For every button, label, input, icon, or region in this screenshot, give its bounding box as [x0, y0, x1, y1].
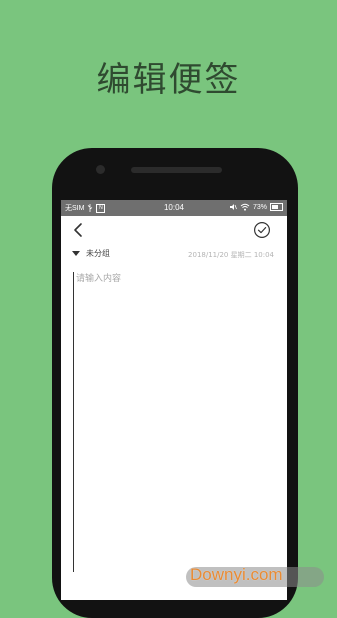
status-bar-right: 73% [229, 203, 283, 211]
note-timestamp: 2018/11/20 星期二 10:04 [188, 251, 274, 259]
status-bar: 无SIM N 10:04 73% [61, 200, 287, 216]
save-button[interactable] [253, 221, 271, 239]
wifi-icon [240, 203, 250, 211]
promo-title: 编辑便签 [96, 60, 241, 100]
phone-screen: 无SIM N 10:04 73% 未分组 2018/11/20 星期二 10:0… [61, 200, 287, 600]
speaker-grille [131, 167, 222, 173]
note-content-input[interactable] [73, 272, 275, 572]
caret-down-icon [72, 251, 80, 256]
back-arrow-icon [74, 223, 82, 237]
battery-icon [270, 203, 283, 211]
mute-icon [229, 204, 237, 210]
group-label: 未分组 [86, 249, 110, 258]
group-dropdown[interactable]: 未分组 [72, 248, 110, 259]
check-circle-icon [253, 221, 271, 239]
editor-toolbar [61, 216, 287, 244]
camera-icon [96, 165, 105, 174]
watermark-text: Downyi.com [190, 565, 283, 584]
watermark: Downyi.com [186, 565, 326, 589]
battery-percent: 73% [252, 203, 267, 211]
back-button[interactable] [71, 221, 87, 239]
note-meta-row: 未分组 2018/11/20 星期二 10:04 [61, 246, 287, 264]
